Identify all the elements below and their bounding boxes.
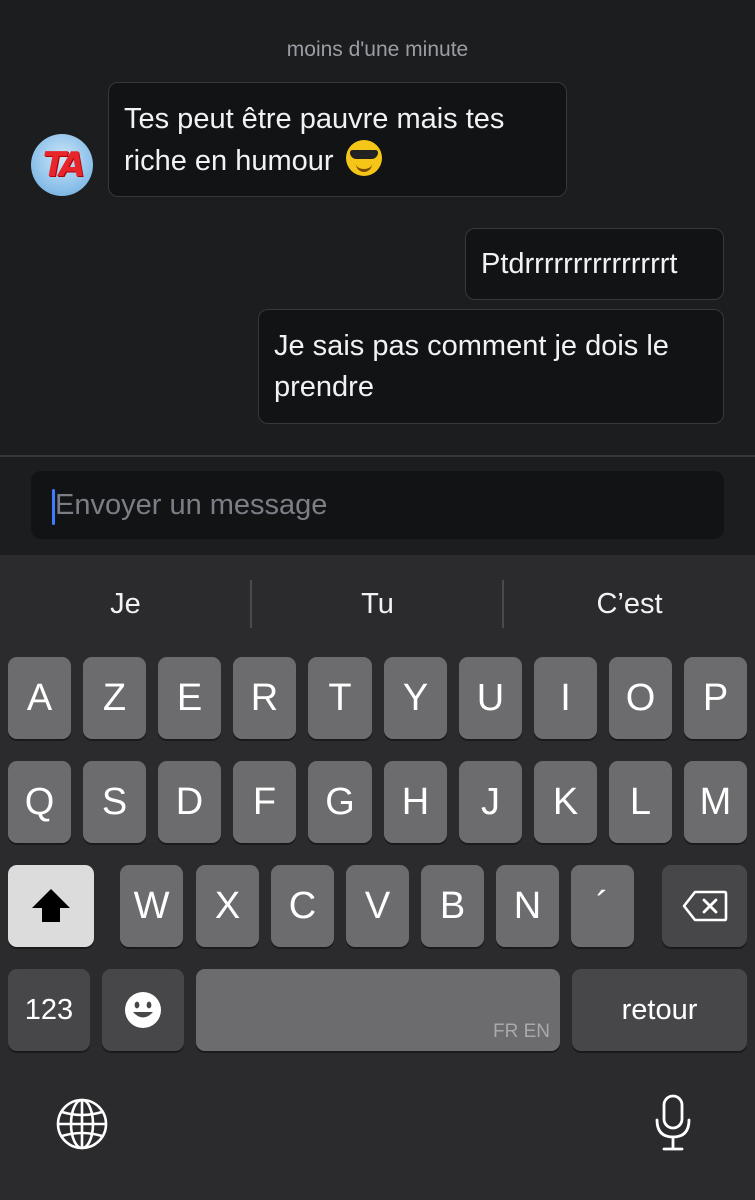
key-q[interactable]: Q	[8, 761, 71, 843]
chat-thread: moins d'une minute TA Tes peut être pauv…	[0, 0, 755, 455]
microphone-icon	[655, 1094, 691, 1151]
shift-key[interactable]	[8, 865, 94, 947]
message-timestamp: moins d'une minute	[286, 38, 469, 61]
key-m[interactable]: M	[684, 761, 747, 843]
key-c[interactable]: C	[271, 865, 334, 947]
message-input[interactable]	[55, 471, 705, 539]
suggestion-item[interactable]: Tu	[252, 579, 503, 629]
avatar-logo: TA	[42, 145, 86, 185]
sent-message-bubble[interactable]: Je sais pas comment je dois le prendre	[258, 309, 724, 424]
key-h[interactable]: H	[384, 761, 447, 843]
key-t[interactable]: T	[308, 657, 372, 739]
key-o[interactable]: O	[609, 657, 672, 739]
key-s[interactable]: S	[83, 761, 146, 843]
suggestion-bar: Je Tu C’est	[0, 555, 755, 655]
message-text: Tes peut être pauvre mais tes riche en h…	[124, 103, 505, 177]
key-r[interactable]: R	[233, 657, 296, 739]
key-b[interactable]: B	[421, 865, 484, 947]
key-u[interactable]: U	[459, 657, 522, 739]
emoji-icon	[125, 992, 161, 1028]
received-message-bubble[interactable]: Tes peut être pauvre mais tes riche en h…	[108, 82, 567, 197]
key-d[interactable]: D	[158, 761, 221, 843]
key-g[interactable]: G	[308, 761, 372, 843]
key-e[interactable]: E	[158, 657, 221, 739]
globe-icon	[56, 1098, 108, 1150]
composer-bar	[0, 457, 755, 555]
sunglasses-emoji-icon	[345, 140, 382, 176]
key-f[interactable]: F	[233, 761, 296, 843]
key-v[interactable]: V	[346, 865, 409, 947]
key-z[interactable]: Z	[83, 657, 146, 739]
dictation-button[interactable]	[644, 1091, 702, 1155]
message-text: Je sais pas comment je dois le prendre	[274, 330, 669, 403]
return-key[interactable]: retour	[572, 969, 747, 1051]
keyboard-languages: FR EN	[493, 1021, 550, 1042]
suggestion-item[interactable]: Je	[0, 579, 251, 629]
key-x[interactable]: X	[196, 865, 259, 947]
key-i[interactable]: I	[534, 657, 597, 739]
globe-button[interactable]	[53, 1095, 111, 1153]
space-key[interactable]: FR EN	[196, 969, 560, 1051]
key-y[interactable]: Y	[384, 657, 447, 739]
key-j[interactable]: J	[459, 761, 522, 843]
contact-avatar[interactable]: TA	[31, 134, 93, 196]
emoji-key[interactable]	[102, 969, 184, 1051]
key-k[interactable]: K	[534, 761, 597, 843]
key-n[interactable]: N	[496, 865, 559, 947]
numbers-key[interactable]: 123	[8, 969, 90, 1051]
message-text: Ptdrrrrrrrrrrrrrrrt	[481, 248, 678, 280]
shift-icon	[32, 889, 70, 922]
message-composer[interactable]	[31, 471, 724, 539]
sent-message-bubble[interactable]: Ptdrrrrrrrrrrrrrrrt	[465, 228, 724, 300]
key-a[interactable]: A	[8, 657, 71, 739]
backspace-key[interactable]	[662, 865, 747, 947]
key-acute-accent[interactable]: ´	[571, 865, 634, 947]
suggestion-item[interactable]: C’est	[504, 579, 755, 629]
on-screen-keyboard: Je Tu C’est A Z E R T Y U I O P Q S D F …	[0, 555, 755, 1200]
backspace-icon	[682, 890, 727, 922]
key-l[interactable]: L	[609, 761, 672, 843]
key-w[interactable]: W	[120, 865, 183, 947]
key-p[interactable]: P	[684, 657, 747, 739]
